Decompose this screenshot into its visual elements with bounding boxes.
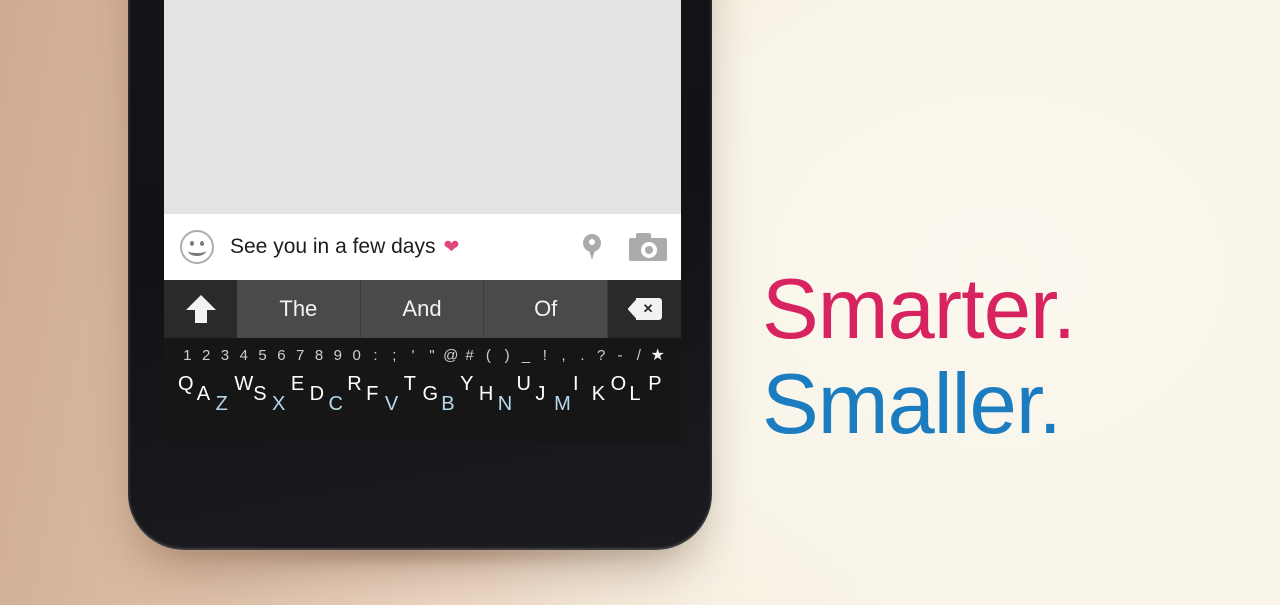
heart-emoji: ❤ <box>443 236 460 258</box>
key-letter-y[interactable]: Y <box>460 374 473 394</box>
key-letter-c[interactable]: C <box>328 394 342 414</box>
key-letter-s[interactable]: S <box>253 384 266 404</box>
key-letter-j[interactable]: J <box>535 384 545 404</box>
key-letter-r[interactable]: R <box>347 374 361 394</box>
headline-line-smaller: Smaller. <box>762 357 1062 453</box>
key-letter-e[interactable]: E <box>291 374 304 394</box>
key-letter-l[interactable]: L <box>629 384 640 404</box>
shift-key[interactable] <box>164 280 237 338</box>
key-symbol[interactable]: . <box>573 347 592 364</box>
key-symbol[interactable]: : <box>366 347 385 364</box>
suggestion-the[interactable]: The <box>237 280 361 338</box>
backspace-key[interactable]: ✕ <box>608 280 681 338</box>
key-symbol[interactable]: @ <box>441 347 460 364</box>
suggestion-of[interactable]: Of <box>484 280 609 338</box>
key-letter-b[interactable]: B <box>441 394 454 414</box>
keyboard-alpha-row[interactable]: QAZWSXEDCRFVTGBYHNUJMIKOLP <box>164 372 681 418</box>
key-symbol[interactable]: 2 <box>197 347 216 364</box>
key-symbol[interactable]: 7 <box>291 347 310 364</box>
key-letter-x[interactable]: X <box>272 394 285 414</box>
smiley-mouth <box>188 246 206 256</box>
key-symbol[interactable]: ( <box>479 347 498 364</box>
key-symbol[interactable]: - <box>611 347 630 364</box>
key-letter-k[interactable]: K <box>592 384 605 404</box>
key-letter-v[interactable]: V <box>385 394 398 414</box>
key-letter-g[interactable]: G <box>423 384 439 404</box>
key-symbol[interactable]: # <box>460 347 479 364</box>
key-letter-w[interactable]: W <box>234 374 253 394</box>
keyboard-symbol-row[interactable]: 1 2 3 4 5 6 7 8 9 0:; ' " @ #() _!,.? - / ★ <box>164 338 681 372</box>
key-symbol[interactable]: ; <box>385 347 404 364</box>
key-letter-a[interactable]: A <box>197 384 210 404</box>
marketing-headline: Smarter. Smaller. <box>762 262 1076 453</box>
key-letter-t[interactable]: T <box>404 374 416 394</box>
key-letter-o[interactable]: O <box>611 374 627 394</box>
camera-icon[interactable] <box>629 233 667 261</box>
key-letter-d[interactable]: D <box>310 384 324 404</box>
key-letter-z[interactable]: Z <box>216 394 228 414</box>
location-pin-icon[interactable] <box>583 233 601 261</box>
key-letter-n[interactable]: N <box>498 394 512 414</box>
headline-line-smarter: Smarter. <box>762 262 1076 357</box>
smiley-face-icon[interactable] <box>180 230 214 264</box>
key-letter-m[interactable]: M <box>554 394 571 414</box>
compose-input[interactable]: See you in a few days <box>230 235 435 259</box>
backspace-icon: ✕ <box>627 298 662 320</box>
key-symbol[interactable]: " <box>423 347 442 364</box>
key-symbol[interactable]: 6 <box>272 347 291 364</box>
key-letter-u[interactable]: U <box>517 374 531 394</box>
key-symbol[interactable]: ? <box>592 347 611 364</box>
key-letter-p[interactable]: P <box>648 374 661 394</box>
key-symbol[interactable]: 3 <box>216 347 235 364</box>
key-symbol[interactable]: , <box>554 347 573 364</box>
key-symbol[interactable]: 8 <box>310 347 329 364</box>
key-symbol[interactable]: 5 <box>253 347 272 364</box>
key-symbol[interactable]: / <box>629 347 648 364</box>
key-letter-h[interactable]: H <box>479 384 493 404</box>
key-symbol[interactable]: ) <box>498 347 517 364</box>
key-symbol[interactable]: 9 <box>328 347 347 364</box>
key-symbol[interactable]: 1 <box>178 347 197 364</box>
suggestion-row[interactable]: The And Of ✕ <box>164 280 681 338</box>
key-symbol[interactable]: ! <box>535 347 554 364</box>
key-symbol[interactable]: 4 <box>234 347 253 364</box>
virtual-keyboard[interactable]: The And Of ✕ 1 2 3 4 5 6 7 8 9 0:; ' " @ #() _!,.? - / ★ … <box>164 280 681 442</box>
key-symbol[interactable]: _ <box>517 347 536 364</box>
key-letter-f[interactable]: F <box>366 384 378 404</box>
message-input-bar[interactable]: See you in a few days ❤ <box>164 214 681 280</box>
key-letter-q[interactable]: Q <box>178 374 194 394</box>
key-symbol[interactable]: ★ <box>648 345 667 365</box>
key-letter-i[interactable]: I <box>573 374 579 394</box>
suggestion-and[interactable]: And <box>360 280 485 338</box>
key-symbol[interactable]: 0 <box>347 347 366 364</box>
key-symbol[interactable]: ' <box>404 347 423 364</box>
phone-screen: 1:42 PM Sunny! 😊 Wish you were here... 1… <box>164 0 681 442</box>
chat-thread[interactable]: 1:42 PM Sunny! 😊 Wish you were here... 1… <box>164 0 681 214</box>
